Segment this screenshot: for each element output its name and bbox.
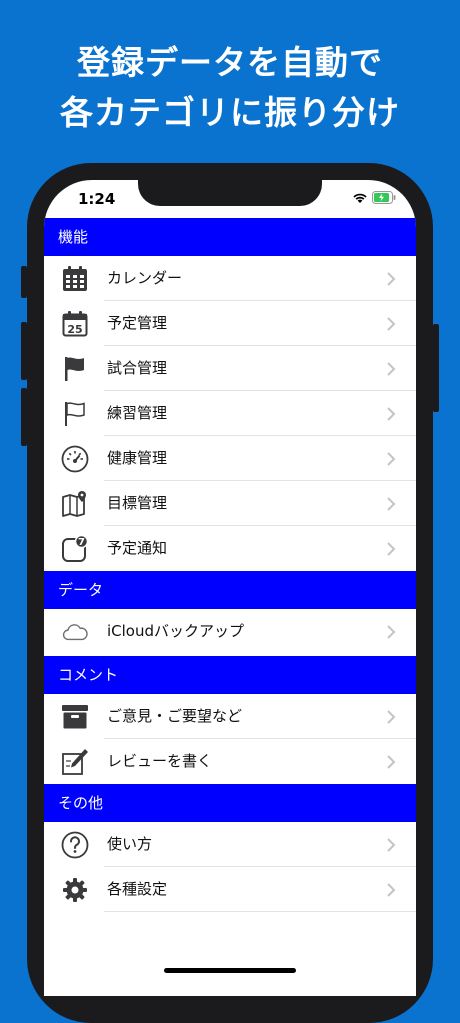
chevron-right-icon: [387, 317, 396, 331]
menu-item-label: 使い方: [107, 835, 153, 853]
menu-item-match[interactable]: 試合管理: [44, 346, 416, 391]
phone-screen: 1:24 機能 カレンダー 25 予定管理 試合管理 練習管理 健康管理 目標管…: [44, 180, 416, 996]
home-indicator[interactable]: [164, 968, 296, 973]
chevron-right-icon: [387, 883, 396, 897]
chevron-right-icon: [387, 710, 396, 724]
promo-headline: 登録データを自動で 各カテゴリに振り分け: [0, 38, 460, 138]
section-header-features: 機能: [44, 218, 416, 256]
menu-item-label: レビューを書く: [107, 752, 213, 770]
menu-item-label: 目標管理: [107, 494, 168, 512]
phone-power-button: [433, 324, 439, 412]
chevron-right-icon: [387, 497, 396, 511]
headline-line-2: 各カテゴリに振り分け: [60, 93, 400, 132]
menu-item-settings[interactable]: 各種設定: [44, 867, 416, 912]
chevron-right-icon: [387, 362, 396, 376]
headline-line-1: 登録データを自動で: [77, 43, 383, 82]
section-header-comment: コメント: [44, 656, 416, 694]
menu-item-health[interactable]: 健康管理: [44, 436, 416, 481]
menu-item-practice[interactable]: 練習管理: [44, 391, 416, 436]
row-divider: [104, 911, 416, 912]
battery-icon: [372, 191, 396, 204]
chevron-right-icon: [387, 838, 396, 852]
badge-count: 7: [78, 537, 85, 548]
gear-icon: [61, 876, 89, 904]
menu-item-icloud-backup[interactable]: iCloudバックアップ: [44, 609, 416, 654]
section-header-data: データ: [44, 571, 416, 609]
chevron-right-icon: [387, 625, 396, 639]
menu-item-label: ご意見・ご要望など: [107, 707, 243, 725]
phone-notch: [138, 180, 322, 206]
question-circle-icon: [61, 831, 89, 859]
chevron-right-icon: [387, 272, 396, 286]
notification-badge-icon: 7: [61, 535, 89, 563]
flag-filled-icon: [61, 355, 89, 383]
inbox-tray-icon: [61, 703, 89, 731]
menu-item-calendar[interactable]: カレンダー: [44, 256, 416, 301]
menu-item-label: カレンダー: [107, 269, 183, 287]
menu-item-how-to-use[interactable]: 使い方: [44, 822, 416, 867]
chevron-right-icon: [387, 407, 396, 421]
menu-item-goals[interactable]: 目標管理: [44, 481, 416, 526]
chevron-right-icon: [387, 542, 396, 556]
menu-item-schedule[interactable]: 25 予定管理: [44, 301, 416, 346]
calendar-grid-icon: [61, 265, 89, 293]
menu-item-label: 予定通知: [107, 539, 168, 557]
menu-item-review[interactable]: レビューを書く: [44, 739, 416, 784]
menu-item-label: 予定管理: [107, 314, 168, 332]
map-pin-icon: [61, 490, 89, 518]
calendar-day-text: 25: [67, 323, 82, 336]
calendar-25-icon: 25: [61, 310, 89, 338]
chevron-right-icon: [387, 452, 396, 466]
flag-outline-icon: [61, 400, 89, 428]
cloud-icon: [61, 618, 89, 646]
menu-item-label: 各種設定: [107, 880, 168, 898]
status-time: 1:24: [78, 190, 116, 208]
write-review-icon: [61, 748, 89, 776]
menu-item-label: 練習管理: [107, 404, 168, 422]
chevron-right-icon: [387, 755, 396, 769]
menu-item-label: 試合管理: [107, 359, 168, 377]
menu-item-notification[interactable]: 7 予定通知: [44, 526, 416, 571]
menu-item-feedback[interactable]: ご意見・ご要望など: [44, 694, 416, 739]
menu-item-label: iCloudバックアップ: [107, 622, 245, 640]
menu-item-label: 健康管理: [107, 449, 168, 467]
wifi-icon: [353, 193, 367, 203]
section-header-other: その他: [44, 784, 416, 822]
gauge-icon: [61, 445, 89, 473]
